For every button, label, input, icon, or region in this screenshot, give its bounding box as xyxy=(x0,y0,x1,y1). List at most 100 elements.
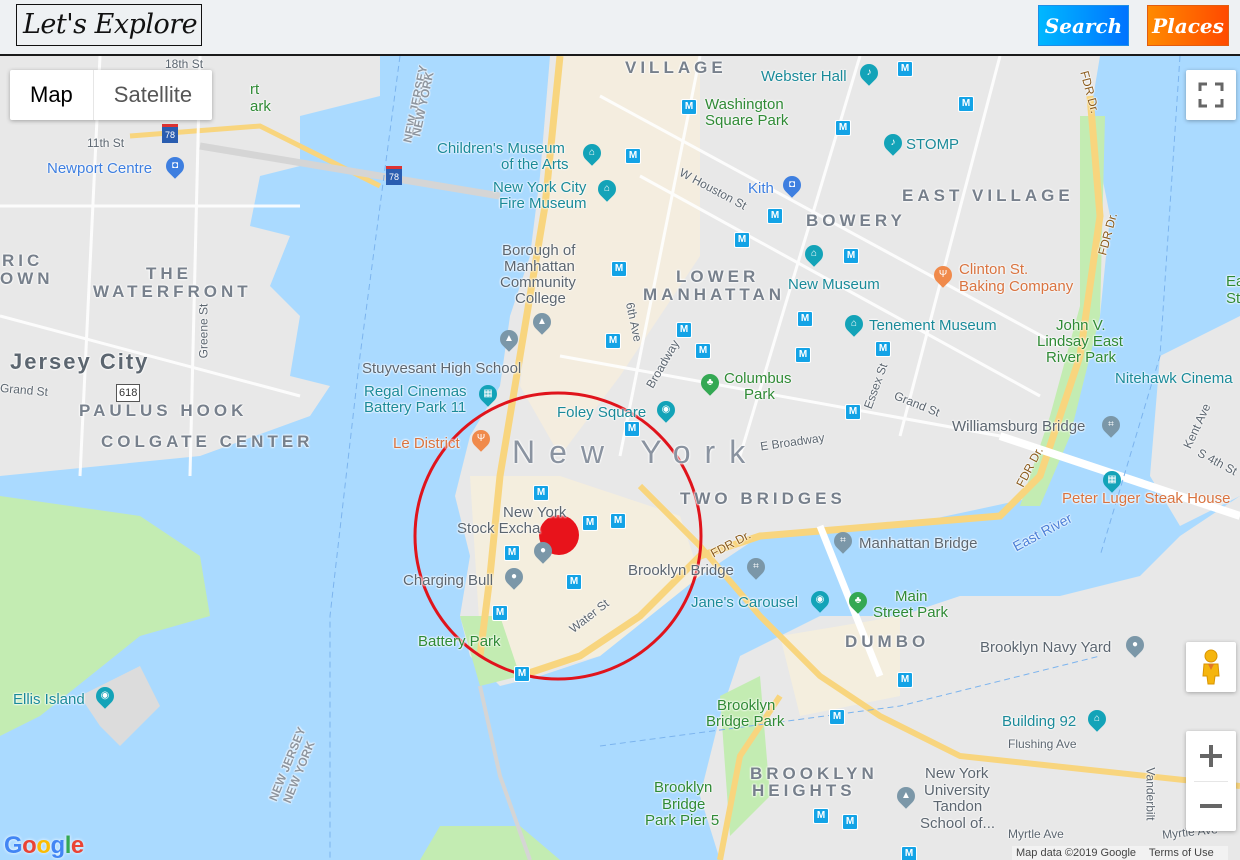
app-logo[interactable]: Let's Explore xyxy=(16,4,202,46)
label-washington-square-park-1[interactable]: Washington xyxy=(705,97,784,113)
label-lindsay-2[interactable]: Lindsay East xyxy=(1037,334,1123,350)
label-manhattan-bridge[interactable]: Manhattan Bridge xyxy=(859,536,977,552)
label-ellis-island[interactable]: Ellis Island xyxy=(13,692,85,708)
subway-icon[interactable]: M xyxy=(566,574,582,590)
label-nitehawk[interactable]: Nitehawk Cinema xyxy=(1115,371,1233,387)
label-bbp-2[interactable]: Bridge Park xyxy=(706,714,784,730)
school-pin-icon[interactable]: ▲ xyxy=(496,326,522,352)
label-washington-square-park-2[interactable]: Square Park xyxy=(705,113,788,129)
subway-icon[interactable]: M xyxy=(842,814,858,830)
cinema-pin-icon[interactable]: ▦ xyxy=(1099,467,1125,493)
label-main-street-park-2[interactable]: Street Park xyxy=(873,605,948,621)
label-bmcc-3[interactable]: Community xyxy=(500,275,576,291)
label-bmcc-2[interactable]: Manhattan xyxy=(504,259,575,275)
attraction-pin-icon[interactable]: ◉ xyxy=(92,683,118,709)
label-regal-2[interactable]: Battery Park 11 xyxy=(364,400,466,416)
label-tenement-museum[interactable]: Tenement Museum xyxy=(869,318,997,334)
label-nyu-2[interactable]: University xyxy=(924,783,990,799)
park-pin-icon[interactable]: ♣ xyxy=(845,588,871,614)
label-peter-luger[interactable]: Peter Luger Steak House xyxy=(1062,491,1230,507)
park-pin-icon[interactable]: ♣ xyxy=(697,370,723,396)
bridge-pin-icon[interactable]: ⌗ xyxy=(1098,412,1124,438)
search-button[interactable]: Search xyxy=(1038,5,1129,46)
label-charging-bull[interactable]: Charging Bull xyxy=(403,573,493,589)
bridge-pin-icon[interactable]: ⌗ xyxy=(743,554,769,580)
label-brooklyn-navy-yard[interactable]: Brooklyn Navy Yard xyxy=(980,640,1111,656)
subway-icon[interactable]: M xyxy=(901,846,917,860)
theater-pin-icon[interactable]: ♪ xyxy=(856,60,882,86)
subway-icon[interactable]: M xyxy=(504,545,520,561)
subway-icon[interactable]: M xyxy=(533,485,549,501)
label-regal-1[interactable]: Regal Cinemas xyxy=(364,384,467,400)
subway-icon[interactable]: M xyxy=(582,515,598,531)
label-east-st-1[interactable]: Ea xyxy=(1226,274,1240,290)
label-janes-carousel[interactable]: Jane's Carousel xyxy=(691,595,798,611)
subway-icon[interactable]: M xyxy=(813,808,829,824)
subway-icon[interactable]: M xyxy=(835,120,851,136)
label-nyse-2[interactable]: Stock Excha xyxy=(457,521,540,537)
bridge-pin-icon[interactable]: ⌗ xyxy=(830,528,856,554)
subway-icon[interactable]: M xyxy=(514,666,530,682)
street-view-pegman-button[interactable] xyxy=(1186,642,1236,692)
subway-icon[interactable]: M xyxy=(958,96,974,112)
subway-icon[interactable]: M xyxy=(843,248,859,264)
landmark-pin-icon[interactable]: ● xyxy=(530,538,556,564)
label-lindsay-1[interactable]: John V. xyxy=(1056,318,1106,334)
label-bbp-1[interactable]: Brooklyn xyxy=(717,698,775,714)
landmark-pin-icon[interactable]: ● xyxy=(501,564,527,590)
museum-pin-icon[interactable]: ⌂ xyxy=(594,176,620,202)
subway-icon[interactable]: M xyxy=(734,232,750,248)
label-pier5-1[interactable]: Brooklyn xyxy=(654,780,712,796)
museum-pin-icon[interactable]: ⌂ xyxy=(579,140,605,166)
label-fire-museum-1[interactable]: New York City xyxy=(493,180,586,196)
label-nyu-4[interactable]: School of... xyxy=(920,816,995,832)
museum-pin-icon[interactable]: ⌂ xyxy=(801,241,827,267)
label-williamsburg-bridge[interactable]: Williamsburg Bridge xyxy=(952,419,1085,435)
label-stuyvesant[interactable]: Stuyvesant High School xyxy=(362,361,521,377)
label-nyu-1[interactable]: New York xyxy=(925,766,988,782)
subway-icon[interactable]: M xyxy=(625,148,641,164)
label-bmcc-4[interactable]: College xyxy=(515,291,566,307)
fullscreen-button[interactable] xyxy=(1186,70,1236,120)
label-pier5-3[interactable]: Park Pier 5 xyxy=(645,813,719,829)
school-pin-icon[interactable]: ▲ xyxy=(893,783,919,809)
label-bmcc-1[interactable]: Borough of xyxy=(502,243,575,259)
subway-icon[interactable]: M xyxy=(829,709,845,725)
shopping-pin-icon[interactable]: ◘ xyxy=(162,153,188,179)
map-type-satellite-button[interactable]: Satellite xyxy=(94,70,212,120)
label-nyse-1[interactable]: New York xyxy=(503,505,566,521)
restaurant-pin-icon[interactable]: Ψ xyxy=(930,262,956,288)
label-clinton-2[interactable]: Baking Company xyxy=(959,279,1073,295)
label-le-district[interactable]: Le District xyxy=(393,436,460,452)
attraction-pin-icon[interactable]: ◉ xyxy=(807,587,833,613)
subway-icon[interactable]: M xyxy=(610,513,626,529)
zoom-out-button[interactable] xyxy=(1186,781,1236,831)
attraction-pin-icon[interactable]: ◉ xyxy=(653,397,679,423)
subway-icon[interactable]: M xyxy=(676,322,692,338)
shopping-pin-icon[interactable]: ◘ xyxy=(779,172,805,198)
subway-icon[interactable]: M xyxy=(875,341,891,357)
label-webster-hall[interactable]: Webster Hall xyxy=(761,69,847,85)
school-pin-icon[interactable]: ▲ xyxy=(529,309,555,335)
zoom-in-button[interactable] xyxy=(1186,731,1236,781)
label-new-museum[interactable]: New Museum xyxy=(788,277,880,293)
label-pier5-2[interactable]: Bridge xyxy=(662,797,705,813)
terms-of-use-link[interactable]: Terms of Use xyxy=(1149,847,1214,859)
subway-icon[interactable]: M xyxy=(897,672,913,688)
label-nyu-3[interactable]: Tandon xyxy=(933,799,982,815)
subway-icon[interactable]: M xyxy=(611,261,627,277)
theater-pin-icon[interactable]: ♪ xyxy=(880,130,906,156)
google-logo[interactable]: Google xyxy=(4,832,84,860)
label-battery-park[interactable]: Battery Park xyxy=(418,634,501,650)
label-clinton-1[interactable]: Clinton St. xyxy=(959,262,1028,278)
subway-icon[interactable]: M xyxy=(681,99,697,115)
google-map[interactable]: Jersey City New York VILLAGE THE WATERFR… xyxy=(0,56,1240,860)
label-lindsay-3[interactable]: River Park xyxy=(1046,350,1116,366)
label-main-street-park-1[interactable]: Main xyxy=(895,589,928,605)
map-type-map-button[interactable]: Map xyxy=(10,70,94,120)
subway-icon[interactable]: M xyxy=(897,61,913,77)
label-fire-museum-2[interactable]: Fire Museum xyxy=(499,196,587,212)
label-newport-centre[interactable]: Newport Centre xyxy=(47,161,152,177)
subway-icon[interactable]: M xyxy=(624,421,640,437)
subway-icon[interactable]: M xyxy=(795,347,811,363)
